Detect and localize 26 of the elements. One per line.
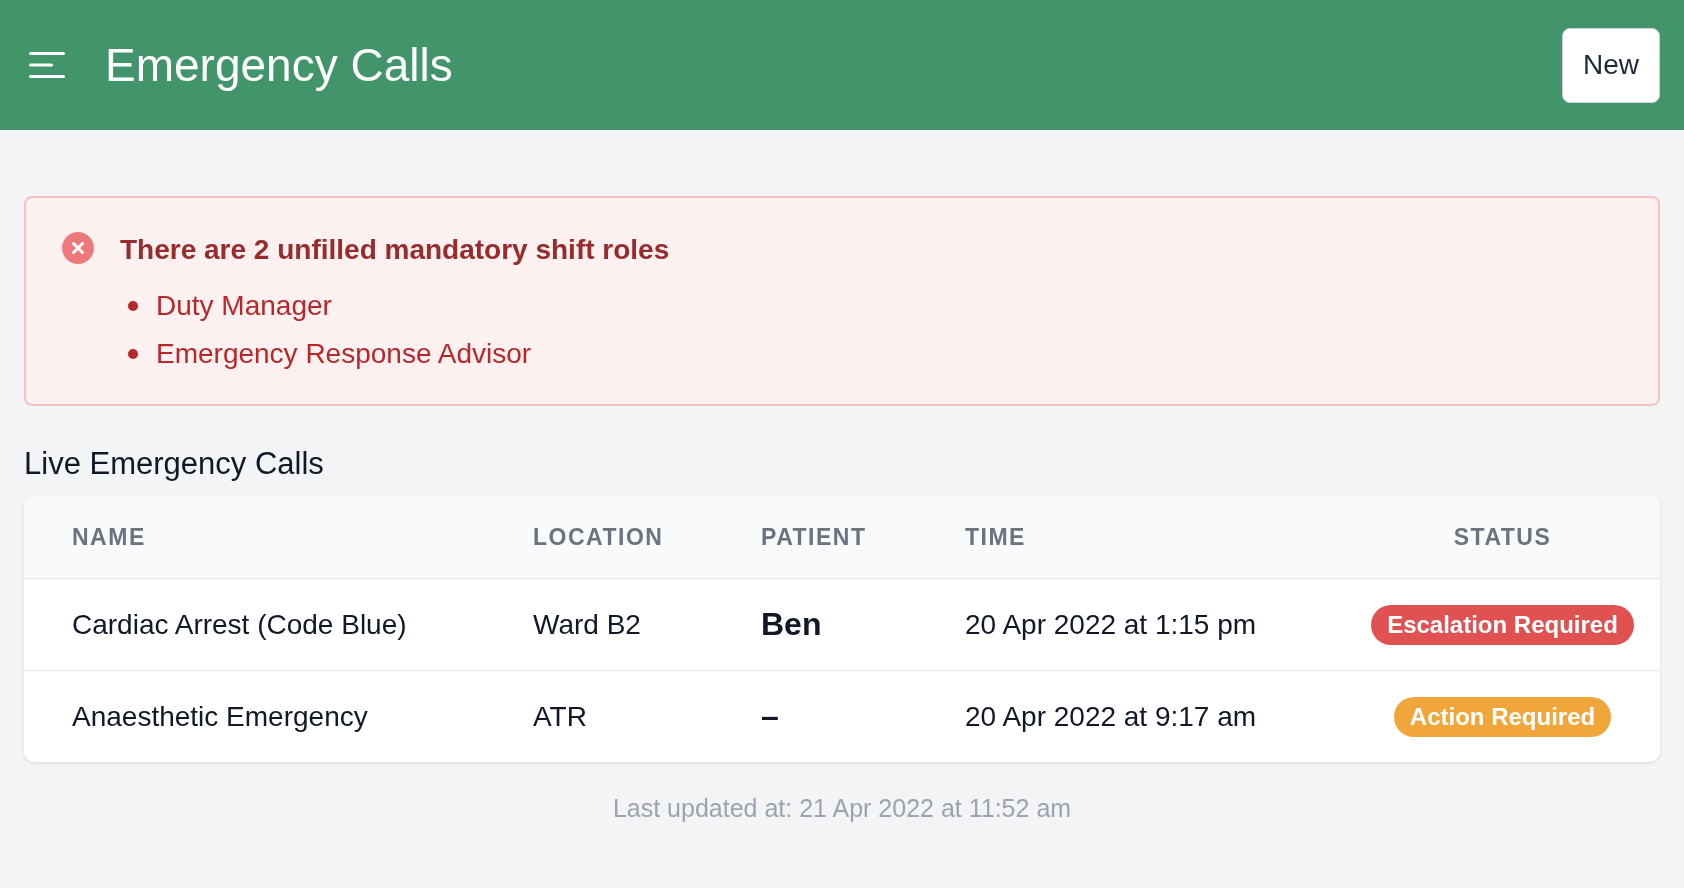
table-cell-text: Ward B2 (533, 608, 642, 641)
error-icon (62, 232, 94, 264)
status-badge: Action Required (1393, 696, 1612, 737)
table-cell-text: Anaesthetic Emergency (71, 700, 369, 733)
bullet-icon (128, 349, 138, 359)
column-header: NAME (71, 523, 147, 551)
alert-item: Emergency Response Advisor (156, 338, 532, 370)
alert-title: There are 2 unfilled mandatory shift roles (120, 234, 670, 266)
status-badge: Escalation Required (1371, 604, 1634, 645)
table-cell-text: 20 Apr 2022 at 9:17 am (965, 700, 1258, 733)
table-cell-text: ATR (533, 700, 588, 733)
table-cell-text: – (761, 698, 780, 735)
menu-icon[interactable] (29, 52, 65, 78)
column-header: TIME (965, 523, 1027, 551)
table-cell-text: 20 Apr 2022 at 1:15 pm (965, 608, 1258, 641)
column-header: PATIENT (761, 523, 868, 551)
column-header: STATUS (1452, 523, 1553, 551)
new-button[interactable]: New (1562, 27, 1660, 103)
alert-item: Duty Manager (156, 290, 332, 322)
table-cell-text: Cardiac Arrest (Code Blue) (71, 608, 408, 641)
section-title: Live Emergency Calls (24, 446, 325, 482)
column-header: LOCATION (533, 523, 665, 551)
last-updated: Last updated at: 21 Apr 2022 at 11:52 am (611, 794, 1073, 823)
page-title: Emergency Calls (105, 38, 454, 92)
table-cell-text: Ben (761, 606, 823, 643)
bullet-icon (128, 301, 138, 311)
